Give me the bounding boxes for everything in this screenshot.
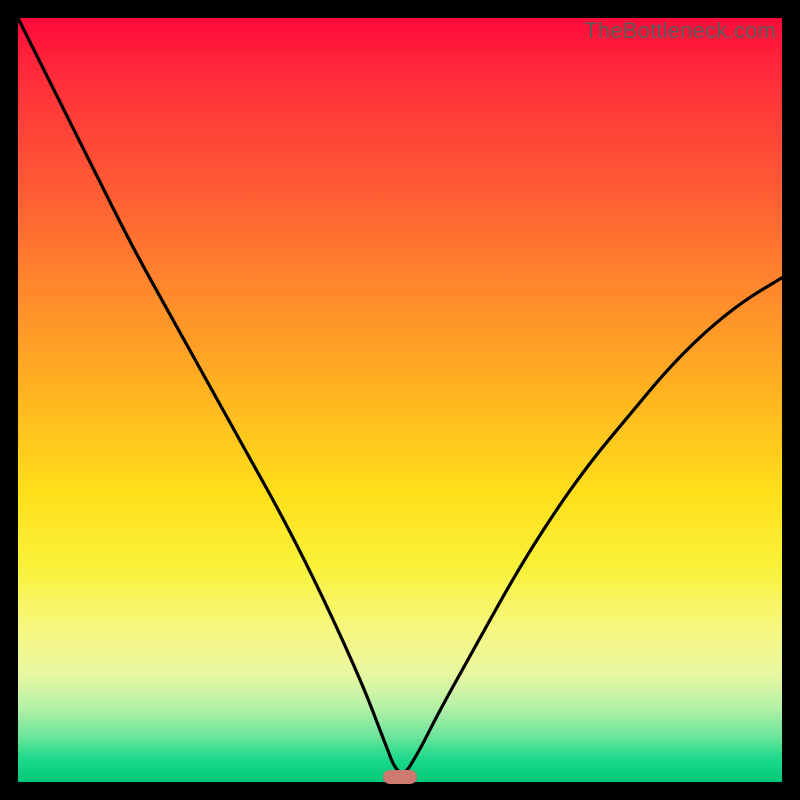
- chart-frame: TheBottleneck.com: [0, 0, 800, 800]
- optimum-marker: [383, 770, 417, 784]
- plot-area: TheBottleneck.com: [18, 18, 782, 782]
- bottleneck-curve: [18, 18, 782, 782]
